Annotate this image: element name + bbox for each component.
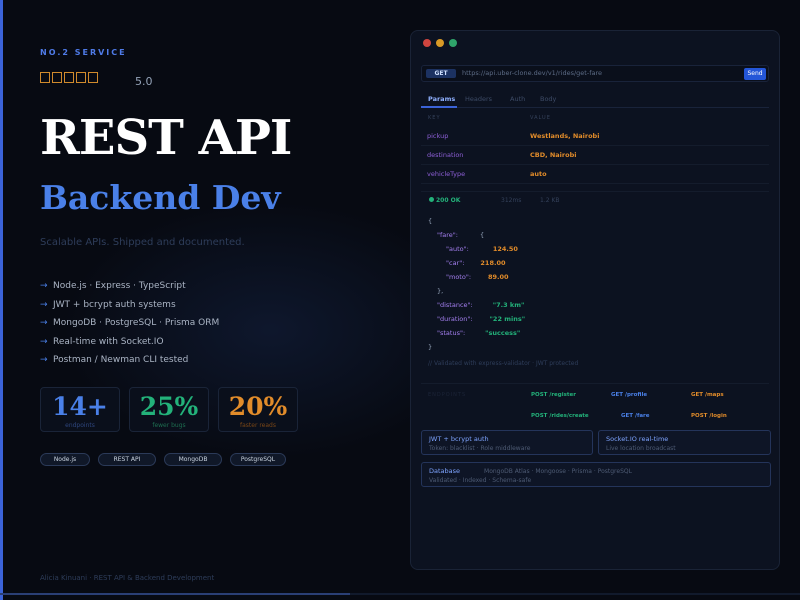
feature-item: → MongoDB · PostgreSQL · Prisma ORM bbox=[40, 318, 220, 329]
request-tabs: Params Headers Auth Body bbox=[421, 93, 769, 108]
stat-card-bugs: 25% fewer bugs bbox=[129, 387, 209, 432]
page-subtitle: Backend Dev bbox=[40, 178, 281, 217]
star-icon bbox=[76, 72, 86, 83]
arrow-icon: → bbox=[40, 336, 48, 347]
star-icon bbox=[64, 72, 74, 83]
close-dot-icon[interactable] bbox=[423, 39, 431, 47]
response-status-bar: 200 OK 312ms 1.2 KB bbox=[421, 191, 769, 207]
stats-row: 14+ endpoints 25% fewer bugs 20% faster … bbox=[40, 387, 298, 432]
card-title: JWT + bcrypt auth bbox=[429, 435, 489, 443]
param-value: Westlands, Nairobi bbox=[530, 132, 600, 140]
feature-item: → Real-time with Socket.IO bbox=[40, 336, 164, 347]
rating-value: 5.0 bbox=[135, 75, 153, 88]
socket-feature-card: Socket.IO real-time Live location broadc… bbox=[598, 430, 771, 455]
endpoint-item[interactable]: POST /login bbox=[691, 413, 727, 419]
arrow-icon: → bbox=[40, 355, 48, 366]
stat-card-endpoints: 14+ endpoints bbox=[40, 387, 120, 432]
param-row[interactable]: vehicleType auto bbox=[421, 165, 769, 184]
left-accent-bar bbox=[0, 0, 3, 600]
eyebrow-label: NO.2 SERVICE bbox=[40, 48, 127, 57]
endpoints-section: ENDPOINTS POST /register GET /profile GE… bbox=[421, 383, 769, 435]
chip-rest-api[interactable]: REST API bbox=[98, 453, 156, 466]
card-title: Socket.IO real-time bbox=[606, 435, 669, 443]
card-stack: MongoDB Atlas · Mongoose · Prisma · Post… bbox=[484, 468, 632, 475]
status-dot-icon bbox=[429, 197, 434, 202]
arrow-icon: → bbox=[40, 281, 48, 292]
tab-params[interactable]: Params bbox=[428, 95, 455, 103]
star-icon bbox=[40, 72, 50, 83]
param-key: pickup bbox=[427, 132, 449, 140]
response-time: 312ms bbox=[501, 197, 522, 204]
send-button[interactable]: Send bbox=[744, 68, 766, 80]
arrow-icon: → bbox=[40, 318, 48, 329]
tab-body[interactable]: Body bbox=[540, 95, 556, 103]
stat-value: 14+ bbox=[52, 392, 108, 421]
param-value: CBD, Nairobi bbox=[530, 151, 577, 159]
stat-label: endpoints bbox=[65, 422, 95, 429]
tech-chips: Node.js REST API MongoDB PostgreSQL bbox=[40, 453, 286, 466]
response-size: 1.2 KB bbox=[540, 197, 560, 204]
param-row[interactable]: destination CBD, Nairobi bbox=[421, 146, 769, 165]
card-desc: Validated · Indexed · Schema-safe bbox=[429, 477, 532, 484]
arrow-icon: → bbox=[40, 299, 48, 310]
database-feature-card: Database MongoDB Atlas · Mongoose · Prism… bbox=[421, 462, 771, 487]
stat-value: 25% bbox=[139, 392, 199, 421]
feature-item: → Node.js · Express · TypeScript bbox=[40, 281, 186, 292]
stat-value: 20% bbox=[228, 392, 288, 421]
request-bar: GET https://api.uber-clone.dev/v1/rides/… bbox=[421, 65, 769, 82]
param-key: destination bbox=[427, 151, 464, 159]
active-tab-underline bbox=[421, 106, 457, 108]
minimize-dot-icon[interactable] bbox=[436, 39, 444, 47]
stat-card-reads: 20% faster reads bbox=[218, 387, 298, 432]
maximize-dot-icon[interactable] bbox=[449, 39, 457, 47]
card-desc: Live location broadcast bbox=[606, 445, 676, 452]
params-key-header: KEY bbox=[428, 115, 441, 121]
param-value: auto bbox=[530, 170, 547, 178]
footer-credit: Alicia Kinuani · REST API & Backend Deve… bbox=[40, 574, 215, 582]
auth-feature-card: JWT + bcrypt auth Token: blacklist · Rol… bbox=[421, 430, 593, 455]
chip-postgresql[interactable]: PostgreSQL bbox=[230, 453, 286, 466]
param-row[interactable]: pickup Westlands, Nairobi bbox=[421, 127, 769, 146]
endpoint-item[interactable]: POST /register bbox=[531, 392, 576, 398]
card-desc: Token: blacklist · Role middleware bbox=[429, 445, 531, 452]
endpoints-label: ENDPOINTS bbox=[428, 392, 467, 398]
star-icon bbox=[52, 72, 62, 83]
param-key: vehicleType bbox=[427, 170, 466, 178]
bottom-progress bbox=[0, 593, 350, 595]
feature-item: → JWT + bcrypt auth systems bbox=[40, 299, 176, 310]
feature-list: → Node.js · Express · TypeScript → JWT + b… bbox=[40, 277, 219, 370]
endpoint-item[interactable]: POST /rides/create bbox=[531, 413, 589, 419]
tab-headers[interactable]: Headers bbox=[465, 95, 492, 103]
star-rating bbox=[40, 72, 98, 83]
validation-note: // Validated with express-validator · JW… bbox=[428, 360, 579, 367]
api-client-window: GET https://api.uber-clone.dev/v1/rides/… bbox=[410, 30, 780, 570]
endpoint-item[interactable]: GET /fare bbox=[621, 413, 650, 419]
stat-label: faster reads bbox=[240, 422, 276, 429]
page-title: REST API bbox=[40, 110, 292, 166]
tab-auth[interactable]: Auth bbox=[510, 95, 525, 103]
stat-label: fewer bugs bbox=[152, 422, 186, 429]
url-input[interactable]: https://api.uber-clone.dev/v1/rides/get-… bbox=[462, 69, 602, 78]
feature-item: → Postman / Newman CLI tested bbox=[40, 355, 189, 366]
status-badge: 200 OK bbox=[429, 197, 460, 204]
endpoint-item[interactable]: GET /maps bbox=[691, 392, 724, 398]
card-title: Database bbox=[429, 467, 461, 475]
params-value-header: VALUE bbox=[530, 115, 551, 121]
endpoint-item[interactable]: GET /profile bbox=[611, 392, 647, 398]
chip-mongodb[interactable]: MongoDB bbox=[164, 453, 222, 466]
tagline: Scalable APIs. Shipped and documented. bbox=[40, 237, 245, 248]
http-method-select[interactable]: GET bbox=[426, 69, 456, 78]
star-icon bbox=[88, 72, 98, 83]
chip-nodejs[interactable]: Node.js bbox=[40, 453, 90, 466]
